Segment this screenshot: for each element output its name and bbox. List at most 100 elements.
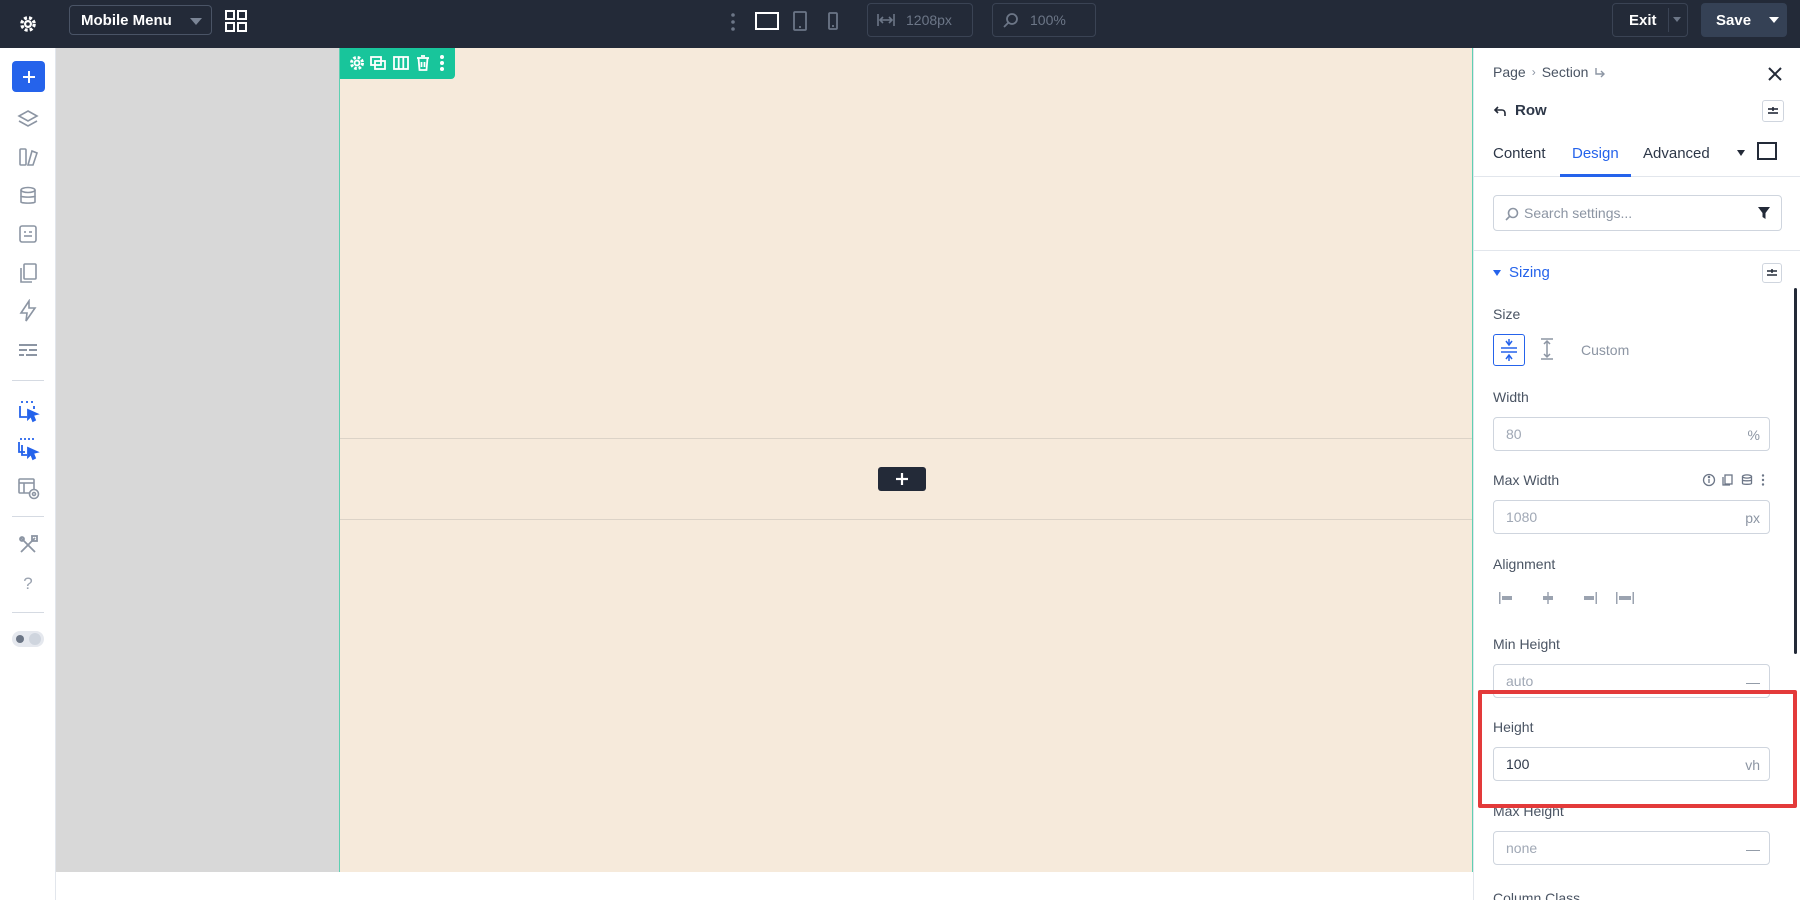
sidebar-divider xyxy=(12,516,44,517)
search-placeholder: Search settings... xyxy=(1524,205,1633,221)
min-height-label: Min Height xyxy=(1493,636,1560,652)
lightning-icon[interactable] xyxy=(16,298,40,323)
help-icon[interactable]: ? xyxy=(16,572,40,596)
align-center-icon[interactable] xyxy=(1537,590,1559,606)
sizing-group-header[interactable]: Sizing xyxy=(1493,264,1550,281)
layout-icon[interactable] xyxy=(16,338,40,362)
size-label: Size xyxy=(1493,306,1521,322)
tablet-icon[interactable] xyxy=(790,10,810,32)
toggle-knob xyxy=(16,635,24,643)
exit-label: Exit xyxy=(1629,11,1657,29)
kebab-icon[interactable] xyxy=(435,54,449,72)
desktop-icon[interactable] xyxy=(754,10,780,32)
height-highlight-box xyxy=(1478,690,1797,808)
chevron-right-icon: › xyxy=(1531,65,1536,79)
form-icon[interactable] xyxy=(16,222,40,246)
width-label: Width xyxy=(1493,389,1529,405)
add-row-button[interactable] xyxy=(878,467,926,491)
chevron-down-icon[interactable] xyxy=(1737,150,1745,156)
element-title-label: Row xyxy=(1515,102,1547,119)
canvas-footer-space xyxy=(56,872,1473,900)
min-height-value: auto xyxy=(1506,673,1534,689)
element-title: Row xyxy=(1493,102,1547,119)
child-arrow-icon xyxy=(1595,68,1606,78)
align-right-icon[interactable] xyxy=(1577,590,1599,606)
options-icon[interactable] xyxy=(1762,100,1784,122)
trash-icon[interactable] xyxy=(414,54,432,72)
tools-icon[interactable] xyxy=(16,533,40,557)
page-select[interactable]: Mobile Menu xyxy=(69,5,212,35)
library-icon[interactable] xyxy=(16,145,40,169)
max-height-field[interactable]: none — xyxy=(1493,831,1770,865)
copy-icon[interactable] xyxy=(1721,473,1735,487)
max-width-field[interactable]: 1080 px xyxy=(1493,500,1770,534)
size-fit-button[interactable] xyxy=(1493,334,1525,366)
database-icon[interactable] xyxy=(1740,473,1754,487)
tab-content[interactable]: Content xyxy=(1493,145,1546,162)
section-block[interactable] xyxy=(339,48,1473,872)
zoom-field[interactable]: 100% xyxy=(992,3,1096,37)
toggle-icon[interactable] xyxy=(12,631,44,647)
sizing-group-title: Sizing xyxy=(1509,264,1550,281)
canvas-gutter xyxy=(56,48,339,872)
max-height-unit[interactable]: — xyxy=(1746,841,1760,857)
gear-icon[interactable] xyxy=(348,54,366,72)
phone-icon[interactable] xyxy=(824,10,842,32)
add-element-button[interactable] xyxy=(12,61,45,92)
size-stretch-button[interactable] xyxy=(1532,334,1564,366)
kebab-icon[interactable] xyxy=(728,10,738,34)
info-icon[interactable] xyxy=(1702,473,1716,487)
options-icon[interactable] xyxy=(1762,263,1782,283)
search-input[interactable]: Search settings... xyxy=(1493,195,1782,231)
search-icon xyxy=(1504,206,1520,222)
tab-advanced[interactable]: Advanced xyxy=(1643,145,1710,162)
panel-scrollbar[interactable] xyxy=(1794,288,1797,654)
plus-icon xyxy=(896,473,908,485)
multi-select-icon[interactable] xyxy=(16,437,40,461)
row-toolbar xyxy=(340,48,455,79)
max-width-label: Max Width xyxy=(1493,472,1560,488)
pages-icon[interactable] xyxy=(16,261,40,285)
duplicate-icon[interactable] xyxy=(369,54,387,72)
layers-icon[interactable] xyxy=(16,107,40,131)
close-icon[interactable] xyxy=(1765,64,1785,84)
undo-icon[interactable] xyxy=(1493,104,1507,118)
align-left-icon[interactable] xyxy=(1497,590,1519,606)
filter-icon[interactable] xyxy=(1757,206,1771,220)
grid-icon[interactable] xyxy=(224,9,248,33)
kebab-icon[interactable] xyxy=(1759,473,1767,487)
sidebar-divider xyxy=(12,612,44,613)
canvas-width-value: 1208px xyxy=(906,12,952,28)
top-bar: Mobile Menu 1208px 100% Exit Save xyxy=(0,0,1800,48)
breadcrumb-section[interactable]: Section xyxy=(1542,64,1589,80)
template-icon[interactable] xyxy=(16,476,40,500)
width-unit[interactable]: % xyxy=(1748,427,1760,443)
database-icon[interactable] xyxy=(16,184,40,208)
page-select-label: Mobile Menu xyxy=(81,11,172,29)
breadcrumb-page[interactable]: Page xyxy=(1493,64,1526,80)
column-class-label: Column Class xyxy=(1493,890,1581,900)
chevron-down-icon[interactable] xyxy=(1673,17,1681,22)
width-field[interactable]: 80 % xyxy=(1493,417,1770,451)
gear-icon[interactable] xyxy=(16,12,40,36)
tab-design[interactable]: Design xyxy=(1572,145,1619,162)
columns-icon[interactable] xyxy=(392,54,410,72)
save-button[interactable]: Save xyxy=(1701,3,1787,37)
align-stretch-icon[interactable] xyxy=(1614,590,1636,606)
canvas-width-field[interactable]: 1208px xyxy=(867,3,973,37)
save-label: Save xyxy=(1716,11,1752,29)
max-width-unit[interactable]: px xyxy=(1745,510,1760,526)
zoom-icon xyxy=(1001,11,1021,29)
chevron-down-icon[interactable] xyxy=(1769,17,1779,23)
breakpoint-icon[interactable] xyxy=(1757,142,1777,160)
width-value: 80 xyxy=(1506,426,1522,442)
size-custom-option[interactable]: Custom xyxy=(1581,342,1629,358)
toggle-knob xyxy=(29,633,41,645)
alignment-label: Alignment xyxy=(1493,556,1556,572)
exit-button[interactable]: Exit xyxy=(1612,3,1688,37)
select-icon[interactable] xyxy=(16,399,40,423)
sidebar-divider xyxy=(12,380,44,381)
exit-separator xyxy=(1668,8,1669,32)
min-height-unit[interactable]: — xyxy=(1746,674,1760,690)
row-guide-bottom xyxy=(340,519,1472,520)
